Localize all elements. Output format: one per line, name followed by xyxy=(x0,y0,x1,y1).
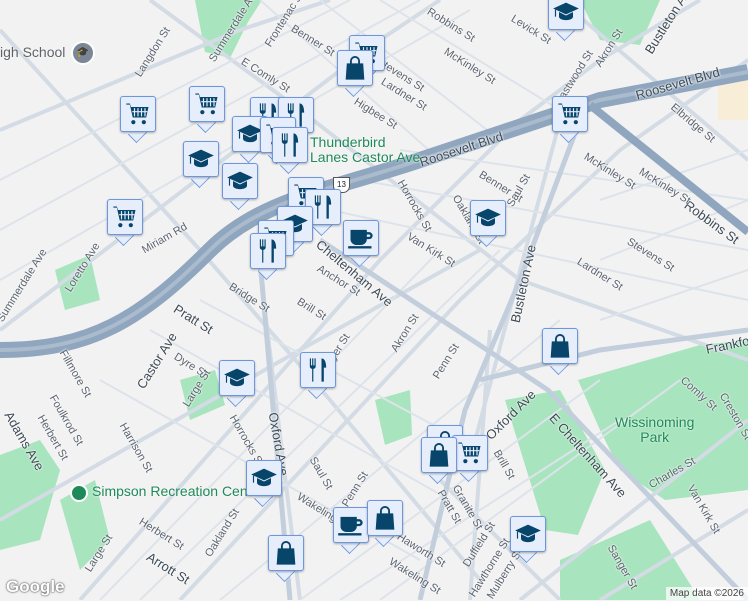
cart-marker[interactable] xyxy=(107,199,143,247)
map-attribution[interactable]: Map data ©2026 xyxy=(665,587,748,600)
school-icon xyxy=(548,0,584,30)
restaurant-icon xyxy=(272,127,308,163)
bag-marker[interactable] xyxy=(268,535,304,583)
school-poi-icon[interactable]: 🎓 xyxy=(71,41,95,65)
school-icon xyxy=(222,163,258,199)
restaurant-icon xyxy=(250,233,286,269)
school-marker[interactable] xyxy=(246,460,282,508)
cart-icon xyxy=(107,199,143,235)
school-marker[interactable] xyxy=(548,0,584,42)
bag-marker[interactable] xyxy=(367,500,403,548)
school-icon xyxy=(510,516,546,552)
bag-icon xyxy=(421,437,457,473)
school-marker[interactable] xyxy=(219,360,255,408)
cart-marker[interactable] xyxy=(189,86,225,134)
school-marker[interactable] xyxy=(183,141,219,189)
poi-thunderbird-label[interactable]: Thunderbird Lanes Castor Ave xyxy=(310,135,420,165)
school-marker[interactable] xyxy=(470,200,506,248)
cafe-marker[interactable] xyxy=(343,220,379,268)
poi-wissinoming-label[interactable]: Wissinoming Park xyxy=(615,415,694,445)
restaurant-icon xyxy=(300,352,336,388)
bag-marker[interactable] xyxy=(337,50,373,98)
cafe-icon xyxy=(343,220,379,256)
cart-marker[interactable] xyxy=(120,96,156,144)
cart-icon xyxy=(452,435,488,471)
school-marker[interactable] xyxy=(510,516,546,564)
restaurant-marker[interactable] xyxy=(250,233,286,281)
poi-line: Park xyxy=(640,429,670,445)
bag-icon xyxy=(542,328,578,364)
school-icon xyxy=(470,200,506,236)
cafe-marker[interactable] xyxy=(333,507,369,555)
bag-icon xyxy=(268,535,304,571)
cart-icon xyxy=(189,86,225,122)
restaurant-marker[interactable] xyxy=(272,127,308,175)
bag-icon xyxy=(337,50,373,86)
school-marker[interactable] xyxy=(222,163,258,211)
poi-high-school-label[interactable]: igh School xyxy=(0,44,65,60)
school-icon xyxy=(183,141,219,177)
poi-line: Wissinoming xyxy=(615,414,695,430)
poi-simpson-label[interactable]: Simpson Recreation Center xyxy=(92,484,264,499)
bag-icon xyxy=(367,500,403,536)
bag-marker[interactable] xyxy=(542,328,578,376)
poi-line: Lanes Castor Ave xyxy=(310,149,421,165)
cafe-icon xyxy=(333,507,369,543)
restaurant-marker[interactable] xyxy=(300,352,336,400)
cart-marker[interactable] xyxy=(552,96,588,144)
cart-marker[interactable] xyxy=(452,435,488,483)
bag-marker[interactable] xyxy=(421,437,457,485)
poi-line: Thunderbird xyxy=(310,134,386,150)
google-logo: Google xyxy=(6,577,65,596)
park-pin-icon[interactable] xyxy=(70,484,88,502)
school-icon xyxy=(219,360,255,396)
cart-icon xyxy=(552,96,588,132)
cart-icon xyxy=(120,96,156,132)
school-icon xyxy=(246,460,282,496)
